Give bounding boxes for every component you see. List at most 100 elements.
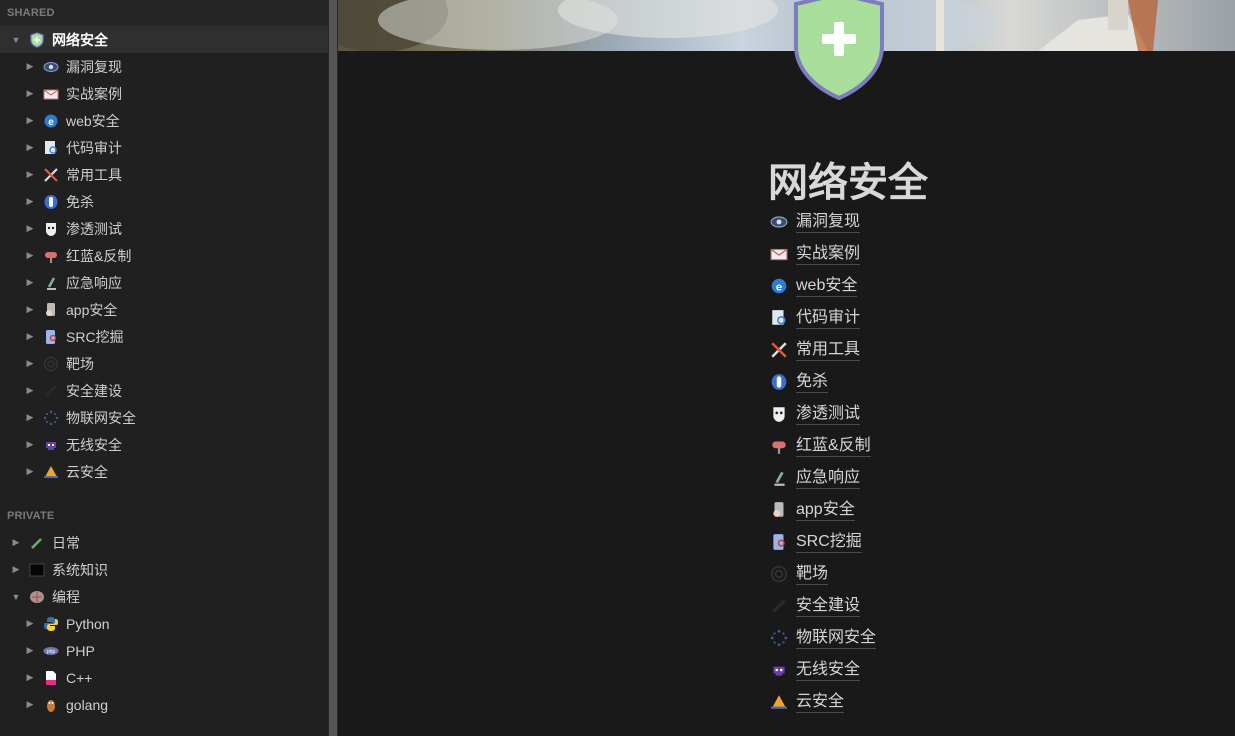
page-link-label[interactable]: 无线安全 [796,660,861,681]
chevron-right-icon[interactable]: ▶ [11,537,21,548]
phone-hand-icon [770,501,788,519]
page-link-label[interactable]: 免杀 [796,372,829,393]
sidebar-item-shared-4[interactable]: ▶ 常用工具 [0,161,328,188]
sidebar-item-root[interactable]: ▼ 网络安全 [0,26,328,53]
page-link[interactable]: 实战案例 [770,240,861,268]
chevron-right-icon[interactable]: ▶ [25,88,35,99]
sidebar-item-private-1[interactable]: ▶ 系统知识 [0,556,328,583]
chevron-right-icon[interactable]: ▶ [25,672,35,683]
page-link[interactable]: 免杀 [770,368,829,396]
chevron-right-icon[interactable]: ▶ [25,699,35,710]
page-link[interactable]: 物联网安全 [770,624,877,652]
page-link-label[interactable]: 物联网安全 [796,628,877,649]
chevron-right-icon[interactable]: ▶ [25,358,35,369]
page-link-label[interactable]: SRC挖掘 [796,532,862,553]
chevron-right-icon[interactable]: ▶ [25,223,35,234]
sidebar-item-shared-6[interactable]: ▶ 渗透测试 [0,215,328,242]
sidebar-item-programming-2[interactable]: ▶ C++ [0,664,328,691]
chevron-right-icon[interactable]: ▶ [25,61,35,72]
sidebar-item-shared-13[interactable]: ▶ 物联网安全 [0,404,328,431]
sidebar-item-shared-14[interactable]: ▶ 无线安全 [0,431,328,458]
chevron-right-icon[interactable]: ▶ [25,115,35,126]
cone-icon [43,464,59,480]
chevron-right-icon[interactable]: ▶ [25,196,35,207]
page-link[interactable]: e web安全 [770,272,858,300]
sidebar-item-shared-7[interactable]: ▶ 红蓝&反制 [0,242,328,269]
page-link[interactable]: 无线安全 [770,656,861,684]
chevron-right-icon[interactable]: ▶ [25,304,35,315]
page-link-label[interactable]: 常用工具 [796,340,861,361]
sidebar-item-label: web安全 [66,112,120,129]
chevron-right-icon[interactable]: ▶ [25,277,35,288]
page-link[interactable]: 漏洞复现 [770,208,861,236]
cover-image[interactable] [338,0,1235,51]
sidebar-item-shared-15[interactable]: ▶ 云安全 [0,458,328,485]
chevron-right-icon[interactable]: ▶ [25,645,35,656]
scrollbar-thumb[interactable] [329,0,337,736]
page-link-label[interactable]: web安全 [796,276,858,297]
sidebar-item-shared-3[interactable]: ▶ 代码审计 [0,134,328,161]
chevron-right-icon[interactable]: ▶ [25,250,35,261]
gopher-icon [43,697,59,713]
svg-text:e: e [48,117,54,128]
terminal-icon [29,562,45,578]
sidebar-item-shared-10[interactable]: ▶ SRC挖掘 [0,323,328,350]
page-link[interactable]: 靶场 [770,560,829,588]
phone-search-icon [770,533,788,551]
sidebar-item-shared-8[interactable]: ▶ 应急响应 [0,269,328,296]
envelope-icon [770,245,788,263]
page-link-label[interactable]: app安全 [796,500,855,521]
sidebar-item-shared-11[interactable]: ▶ 靶场 [0,350,328,377]
page-link[interactable]: 常用工具 [770,336,861,364]
chevron-right-icon[interactable]: ▶ [25,439,35,450]
chevron-right-icon[interactable]: ▶ [25,412,35,423]
chevron-right-icon[interactable]: ▶ [25,142,35,153]
chevron-right-icon[interactable]: ▶ [25,466,35,477]
chevron-right-icon[interactable]: ▶ [25,331,35,342]
page-link-label[interactable]: 漏洞复现 [796,212,861,233]
sidebar-item-shared-5[interactable]: ▶ 免杀 [0,188,328,215]
sidebar-item-label: golang [66,696,109,713]
sidebar-item-label: 应急响应 [66,274,122,291]
page-link-label[interactable]: 代码审计 [796,308,861,329]
page-link[interactable]: 应急响应 [770,464,861,492]
mask-icon [770,405,788,423]
page-link-label[interactable]: 云安全 [796,692,845,713]
sidebar-scrollbar[interactable] [328,0,338,736]
page-link-label[interactable]: 渗透测试 [796,404,861,425]
chevron-right-icon[interactable]: ▶ [25,169,35,180]
blank-icon [770,597,788,615]
page-link[interactable]: app安全 [770,496,855,524]
page-link-label[interactable]: 应急响应 [796,468,861,489]
page-link[interactable]: 渗透测试 [770,400,861,428]
sidebar-item-programming-0[interactable]: ▶ Python [0,610,328,637]
page-link-label[interactable]: 红蓝&反制 [796,436,871,457]
page-link[interactable]: 代码审计 [770,304,861,332]
chevron-right-icon[interactable]: ▶ [25,618,35,629]
page-link[interactable]: 云安全 [770,688,845,716]
sidebar-item-private-2[interactable]: ▼ 编程 [0,583,328,610]
sidebar-item-shared-2[interactable]: ▶ e web安全 [0,107,328,134]
sidebar-item-shared-9[interactable]: ▶ app安全 [0,296,328,323]
sidebar-item-shared-12[interactable]: ▶ 安全建设 [0,377,328,404]
sidebar-item-programming-1[interactable]: ▶ php PHP [0,637,328,664]
page-link-label[interactable]: 实战案例 [796,244,861,265]
sidebar-item-shared-0[interactable]: ▶ 漏洞复现 [0,53,328,80]
page-link[interactable]: SRC挖掘 [770,528,862,556]
chevron-down-icon[interactable]: ▼ [11,592,21,602]
page-shield-icon[interactable] [792,0,886,101]
sidebar-item-label: 物联网安全 [66,409,136,426]
page-link[interactable]: 红蓝&反制 [770,432,871,460]
sidebar-item-programming-3[interactable]: ▶ golang [0,691,328,718]
sidebar-item-label: 无线安全 [66,436,122,453]
page-link[interactable]: 安全建设 [770,592,861,620]
envelope-icon [43,86,59,102]
shield-icon [29,31,45,48]
chevron-right-icon[interactable]: ▶ [25,385,35,396]
chevron-right-icon[interactable]: ▶ [11,564,21,575]
chevron-down-icon[interactable]: ▼ [11,35,21,45]
sidebar-item-private-0[interactable]: ▶ 日常 [0,529,328,556]
page-link-label[interactable]: 安全建设 [796,596,861,617]
page-link-label[interactable]: 靶场 [796,564,829,585]
sidebar-item-shared-1[interactable]: ▶ 实战案例 [0,80,328,107]
